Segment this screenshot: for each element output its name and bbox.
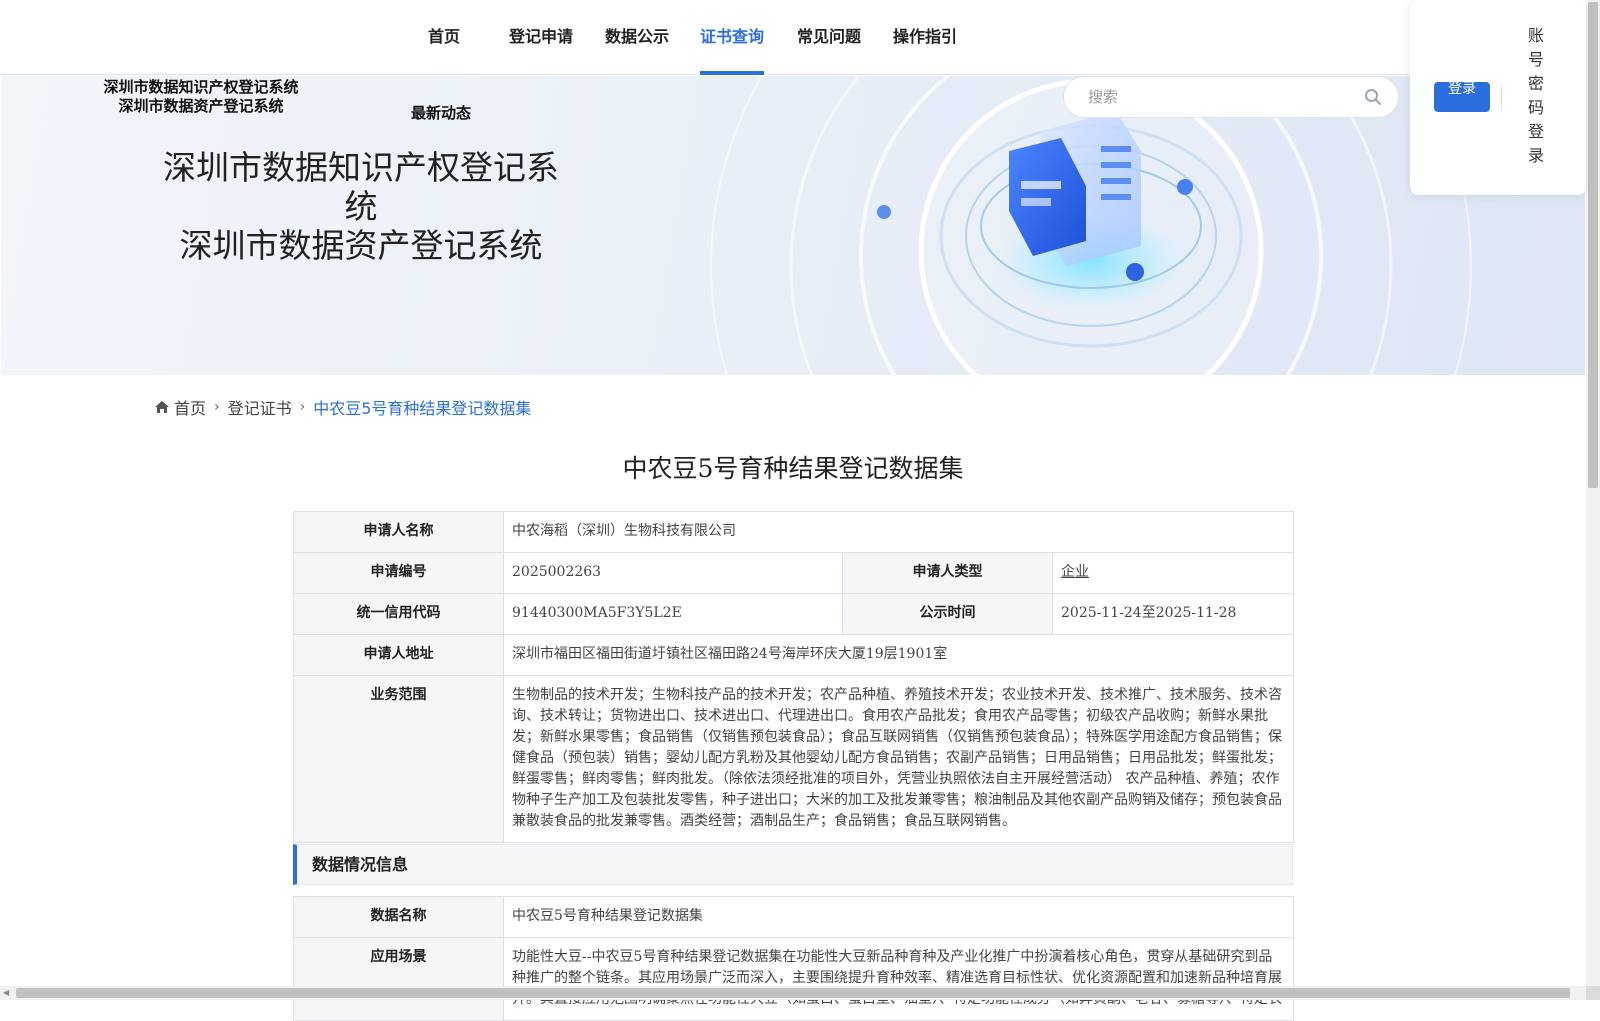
application-number-value: 2025002263	[503, 552, 843, 594]
table-row: 申请人地址 深圳市福田区福田街道圩镇社区福田路24号海岸环庆大厦19层1901室	[293, 634, 1295, 676]
application-scenario-label: 应用场景	[293, 937, 504, 1021]
hero-banner: 深圳市数据知识产权登记系统 深圳市数据资产登记系统 最新动态 深圳市数据知识产权…	[1, 76, 1585, 375]
business-scope-label: 业务范围	[293, 675, 504, 843]
system-name-line2: 深圳市数据资产登记系统	[118, 97, 284, 115]
data-info-section-heading: 数据情况信息	[293, 844, 1293, 885]
horizontal-scrollbar[interactable]: ◀	[0, 986, 1586, 1000]
data-info-table: 数据名称 中农豆5号育种结果登记数据集 应用场景 功能性大豆--中农豆5号育种结…	[293, 896, 1294, 1021]
search-icon[interactable]	[1364, 88, 1382, 106]
nav-item-home[interactable]: 首页	[424, 0, 464, 75]
nav-item-guide[interactable]: 操作指引	[892, 0, 958, 75]
breadcrumb-home[interactable]: 首页	[174, 395, 206, 419]
nav-item-faq[interactable]: 常见问题	[796, 0, 862, 75]
applicant-type-label: 申请人类型	[842, 552, 1053, 594]
nav-item-register-apply[interactable]: 登记申请	[508, 0, 574, 75]
hero-title: 深圳市数据知识产权登记系统 深圳市数据资产登记系统	[151, 148, 571, 265]
horizontal-scroll-thumb[interactable]	[16, 988, 1570, 998]
table-row: 申请人名称 中农海稻（深圳）生物科技有限公司	[293, 511, 1295, 553]
table-row: 统一信用代码 91440300MA5F3Y5L2E 公示时间 2025-11-2…	[293, 593, 1295, 635]
table-row: 申请编号 2025002263 申请人类型 企业	[293, 552, 1295, 594]
table-row: 数据名称 中农豆5号育种结果登记数据集	[293, 896, 1294, 938]
search-box	[1063, 76, 1399, 118]
credit-code-value: 91440300MA5F3Y5L2E	[503, 593, 843, 635]
applicant-info-table: 申请人名称 中农海稻（深圳）生物科技有限公司 申请编号 2025002263 申…	[293, 511, 1295, 843]
publicity-time-label: 公示时间	[842, 593, 1053, 635]
breadcrumb-certificates[interactable]: 登记证书	[228, 395, 292, 419]
table-row: 应用场景 功能性大豆--中农豆5号育种结果登记数据集在功能性大豆新品种育种及产业…	[293, 937, 1294, 1021]
business-scope-value: 生物制品的技术开发；生物科技产品的技术开发；农产品种植、养殖技术开发；农业技术开…	[502, 675, 1295, 843]
page-title: 中农豆5号育种结果登记数据集	[622, 454, 964, 483]
application-scenario-value: 功能性大豆--中农豆5号育种结果登记数据集在功能性大豆新品种育种及产业化推广中扮…	[503, 937, 1294, 1021]
login-panel: 登录 账号密码登录	[1410, 0, 1586, 195]
applicant-name-label: 申请人名称	[293, 511, 504, 553]
credit-code-label: 统一信用代码	[293, 593, 504, 635]
scroll-left-arrow-icon[interactable]: ◀	[3, 988, 9, 997]
hero-title-line2: 深圳市数据资产登记系统	[179, 226, 543, 265]
hero-title-line1: 深圳市数据知识产权登记系统	[163, 148, 559, 226]
home-icon	[155, 401, 169, 413]
login-divider	[1501, 86, 1502, 110]
latest-news-link[interactable]: 最新动态	[411, 102, 471, 123]
data-name-label: 数据名称	[293, 896, 504, 938]
search-input[interactable]	[1088, 85, 1348, 109]
application-number-label: 申请编号	[293, 552, 504, 594]
publicity-time-value: 2025-11-24至2025-11-28	[1051, 593, 1295, 635]
system-name-line1: 深圳市数据知识产权登记系统	[103, 78, 299, 96]
breadcrumb: 首页 › 登记证书 › 中农豆5号育种结果登记数据集	[154, 396, 531, 418]
applicant-type-value[interactable]: 企业	[1051, 552, 1295, 594]
top-nav: 首页 登记申请 数据公示 证书查询 常见问题 操作指引	[0, 0, 1586, 75]
data-name-value: 中农豆5号育种结果登记数据集	[503, 896, 1294, 938]
applicant-name-value: 中农海稻（深圳）生物科技有限公司	[502, 511, 1295, 553]
system-name: 深圳市数据知识产权登记系统 深圳市数据资产登记系统	[91, 78, 311, 116]
vertical-scrollbar[interactable]	[1586, 0, 1600, 986]
applicant-address-value: 深圳市福田区福田街道圩镇社区福田路24号海岸环庆大厦19层1901室	[502, 634, 1295, 676]
nav-item-certificate-query[interactable]: 证书查询	[700, 0, 764, 75]
nav-item-data-publicity[interactable]: 数据公示	[604, 0, 670, 75]
login-button[interactable]: 登录	[1434, 82, 1490, 112]
chevron-right-icon: ›	[299, 399, 306, 415]
chevron-right-icon: ›	[214, 399, 220, 415]
applicant-address-label: 申请人地址	[293, 634, 504, 676]
password-login-link[interactable]: 账号密码登录	[1522, 24, 1550, 168]
scrollbar-corner	[1586, 986, 1600, 1000]
vertical-scroll-thumb[interactable]	[1588, 2, 1598, 488]
breadcrumb-current: 中农豆5号育种结果登记数据集	[313, 399, 532, 418]
table-row: 业务范围 生物制品的技术开发；生物科技产品的技术开发；农产品种植、养殖技术开发；…	[293, 675, 1295, 843]
